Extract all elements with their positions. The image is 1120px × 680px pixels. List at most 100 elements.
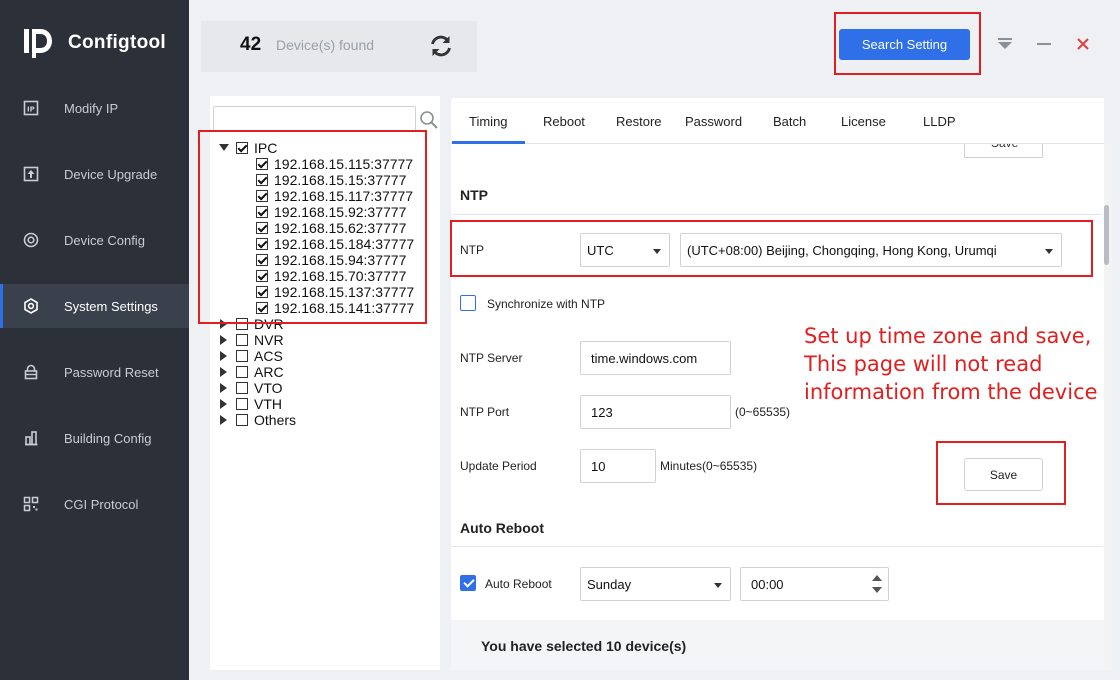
sidebar-item-cgi-protocol[interactable]: CGI Protocol: [0, 482, 189, 526]
device-config-icon: [22, 231, 40, 249]
annotation-box-device-tree: [198, 130, 427, 324]
tab-license[interactable]: License: [841, 114, 886, 129]
password-reset-icon: [22, 363, 40, 381]
decrement-icon[interactable]: [872, 587, 882, 593]
tree-search-input[interactable]: [213, 106, 416, 132]
ntp-port-range: (0~65535): [735, 405, 791, 419]
device-count-label: Device(s) found: [276, 37, 375, 53]
tree-group-label: VTO: [254, 380, 283, 396]
ntp-port-input[interactable]: 123: [580, 395, 731, 429]
chevron-down-icon: [714, 583, 722, 588]
expand-right-icon[interactable]: [217, 348, 231, 364]
scrollbar-thumb[interactable]: [1104, 205, 1109, 265]
group-checkbox[interactable]: [236, 334, 248, 346]
auto-reboot-label: Auto Reboot: [485, 577, 552, 591]
device-count: 42: [240, 34, 262, 55]
sidebar: Configtool IP Modify IP Device Upgrade D…: [0, 0, 189, 680]
section-divider: [452, 546, 1102, 547]
annotation-box-save: [936, 441, 1066, 505]
tab-timing[interactable]: Timing: [469, 114, 508, 129]
expand-right-icon[interactable]: [217, 412, 231, 428]
annotation-note: Set up time zone and save, This page wil…: [804, 322, 1104, 406]
expand-right-icon[interactable]: [217, 396, 231, 412]
annotation-box-search-setting: [834, 12, 981, 75]
save-button-partial[interactable]: Save: [964, 144, 1043, 158]
update-period-value: 10: [591, 459, 606, 474]
tree-group-label: ACS: [254, 348, 283, 364]
reboot-day-value: Sunday: [587, 577, 632, 592]
tree-group-vth[interactable]: VTH: [217, 396, 282, 412]
expand-right-icon[interactable]: [217, 332, 231, 348]
reboot-day-select[interactable]: Sunday: [580, 567, 731, 601]
reboot-time-input[interactable]: 00:00: [740, 567, 889, 601]
active-tab-indicator: [452, 141, 525, 144]
ntp-server-label: NTP Server: [460, 351, 523, 365]
group-checkbox[interactable]: [236, 350, 248, 362]
auto-reboot-checkbox[interactable]: [460, 575, 476, 591]
annotation-box-ntp-timezone: [450, 220, 1093, 277]
auto-reboot-section-title: Auto Reboot: [460, 520, 544, 536]
expand-right-icon[interactable]: [217, 380, 231, 396]
tree-group-label: Others: [254, 412, 297, 428]
group-checkbox[interactable]: [236, 398, 248, 410]
modify-ip-icon: IP: [22, 99, 40, 117]
system-settings-icon: [22, 297, 40, 315]
tab-reboot[interactable]: Reboot: [543, 114, 585, 129]
logo-mark-icon: [22, 26, 56, 60]
group-checkbox[interactable]: [236, 366, 248, 378]
sidebar-item-label: CGI Protocol: [64, 496, 139, 512]
ntp-port-value: 123: [591, 405, 613, 420]
sidebar-item-label: Password Reset: [64, 364, 159, 380]
dropdown-menu-icon[interactable]: [995, 34, 1015, 54]
tab-lldp[interactable]: LLDP: [923, 114, 956, 129]
ntp-server-input[interactable]: time.windows.com: [580, 341, 731, 375]
tab-batch[interactable]: Batch: [773, 114, 806, 129]
ntp-port-label: NTP Port: [460, 405, 510, 419]
reboot-time-value: 00:00: [751, 577, 784, 592]
sidebar-item-device-config[interactable]: Device Config: [0, 218, 189, 262]
ntp-server-value: time.windows.com: [591, 351, 698, 366]
search-icon[interactable]: [419, 110, 439, 130]
selected-devices-text: You have selected 10 device(s): [481, 638, 687, 654]
group-checkbox[interactable]: [236, 414, 248, 426]
group-checkbox[interactable]: [236, 382, 248, 394]
minimize-icon[interactable]: [1034, 34, 1054, 54]
sidebar-item-system-settings[interactable]: System Settings: [0, 284, 189, 328]
tree-group-vto[interactable]: VTO: [217, 380, 283, 396]
close-icon[interactable]: [1073, 34, 1093, 54]
sidebar-item-label: Device Config: [64, 232, 145, 248]
upgrade-icon: [22, 165, 40, 183]
svg-text:IP: IP: [27, 106, 35, 114]
cgi-protocol-icon: [22, 495, 40, 513]
update-period-unit: Minutes(0~65535): [660, 459, 758, 473]
tree-group-label: ARC: [254, 364, 284, 380]
tree-group-others[interactable]: Others: [217, 412, 296, 428]
tree-group-label: VTH: [254, 396, 282, 412]
section-divider: [452, 214, 1102, 215]
tab-restore[interactable]: Restore: [616, 114, 662, 129]
tree-group-acs[interactable]: ACS: [217, 348, 283, 364]
save-label: Save: [991, 144, 1018, 150]
sidebar-item-building-config[interactable]: Building Config: [0, 416, 189, 460]
sidebar-item-label: Device Upgrade: [64, 166, 158, 182]
sync-ntp-label: Synchronize with NTP: [487, 297, 606, 311]
sidebar-item-label: Modify IP: [64, 100, 119, 116]
app-logo: Configtool: [22, 26, 166, 60]
tab-password[interactable]: Password: [685, 114, 742, 129]
tree-group-nvr[interactable]: NVR: [217, 332, 284, 348]
sync-ntp-checkbox[interactable]: [460, 295, 476, 311]
sidebar-item-password-reset[interactable]: Password Reset: [0, 350, 189, 394]
sidebar-item-device-upgrade[interactable]: Device Upgrade: [0, 152, 189, 196]
refresh-icon[interactable]: [428, 33, 454, 59]
ntp-section-title: NTP: [460, 187, 488, 203]
sidebar-item-modify-ip[interactable]: IP Modify IP: [0, 86, 189, 130]
annotation-line: Set up time zone and save,: [804, 324, 1092, 348]
sidebar-item-label: System Settings: [64, 298, 158, 314]
annotation-line: This page will not read: [804, 352, 1043, 376]
update-period-label: Update Period: [460, 459, 537, 473]
tree-group-arc[interactable]: ARC: [217, 364, 284, 380]
update-period-input[interactable]: 10: [580, 449, 656, 483]
annotation-line: information from the device: [804, 380, 1098, 404]
increment-icon[interactable]: [872, 575, 882, 581]
expand-right-icon[interactable]: [217, 364, 231, 380]
